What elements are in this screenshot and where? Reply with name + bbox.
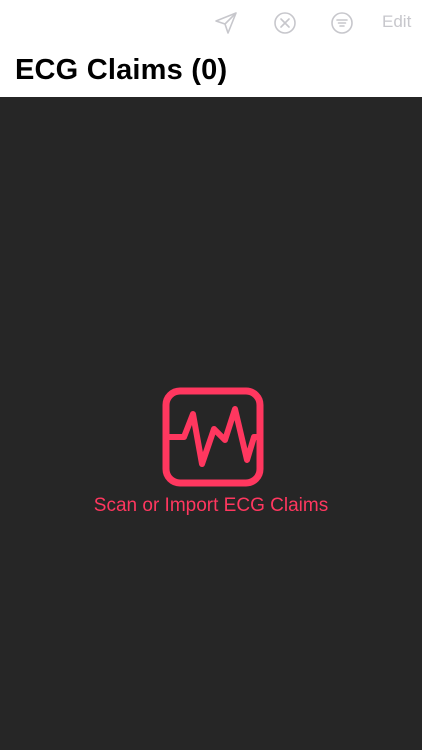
ecg-waveform-icon[interactable] <box>162 387 264 487</box>
clear-icon[interactable] <box>272 10 298 36</box>
edit-button[interactable]: Edit <box>382 12 411 32</box>
claims-list-empty-area: Scan or Import ECG Claims <box>0 97 422 750</box>
filter-icon[interactable] <box>329 10 355 36</box>
send-icon[interactable] <box>213 10 239 36</box>
empty-state-message[interactable]: Scan or Import ECG Claims <box>0 495 422 517</box>
ecg-claims-screen: Edit ECG Claims (0) Scan or Import ECG C… <box>0 0 422 750</box>
page-title: ECG Claims (0) <box>15 54 228 86</box>
navigation-header: Edit ECG Claims (0) <box>0 0 422 97</box>
